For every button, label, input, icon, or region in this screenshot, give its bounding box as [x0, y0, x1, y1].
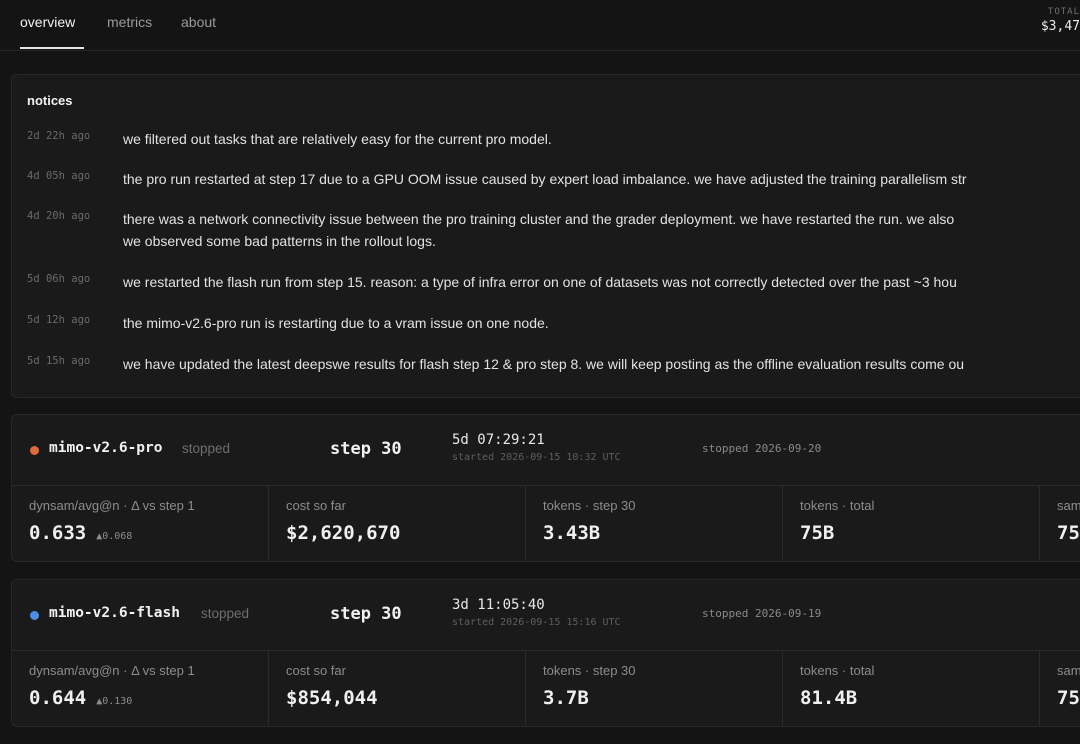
- run-card-flash[interactable]: mimo-v2.6-flash stopped step 30 3d 11:05…: [11, 579, 1080, 727]
- stat-label: sam: [1057, 663, 1080, 678]
- notice-text: the mimo-v2.6-pro run is restarting due …: [123, 315, 549, 331]
- total-label: TOTAL: [1047, 7, 1080, 17]
- run-step: step 30: [330, 439, 402, 459]
- stat-value: 0.633 ▲0.068: [29, 522, 132, 544]
- stat-delta: ▲0.130: [96, 696, 133, 707]
- stat-value: 3.43B: [543, 522, 601, 544]
- notice-text: we filtered out tasks that are relativel…: [123, 131, 552, 147]
- stat-delta: ▲0.068: [96, 531, 133, 542]
- total-summary: TOTAL $3,47: [1020, 7, 1080, 34]
- stat-value: 75: [1057, 687, 1080, 709]
- stat-value-text: 0.633: [29, 522, 87, 544]
- stat-dynsam: dynsam/avg@n · Δ vs step 1 0.644 ▲0.130: [12, 651, 269, 726]
- stat-tokens-step: tokens · step 30 3.43B: [526, 486, 783, 561]
- status-dot-icon: [30, 611, 39, 620]
- stat-label: dynsam/avg@n · Δ vs step 1: [29, 498, 195, 513]
- run-stats: dynsam/avg@n · Δ vs step 1 0.644 ▲0.130 c…: [12, 650, 1080, 726]
- stat-samples: sam 75: [1040, 651, 1080, 726]
- run-name: mimo-v2.6-pro: [49, 440, 163, 456]
- stat-value-text: 0.644: [29, 687, 87, 709]
- stat-label: sam: [1057, 498, 1080, 513]
- notices-panel: notices 2d 22h ago we filtered out tasks…: [11, 74, 1080, 398]
- stat-tokens-total: tokens · total 75B: [783, 486, 1040, 561]
- notice-text: we have updated the latest deepswe resul…: [123, 356, 965, 372]
- total-value: $3,47: [1040, 19, 1080, 34]
- notice-text-continued: we observed some bad patterns in the rol…: [123, 233, 436, 249]
- stat-cost: cost so far $2,620,670: [269, 486, 526, 561]
- stat-value: 0.644 ▲0.130: [29, 687, 132, 709]
- stat-tokens-step: tokens · step 30 3.7B: [526, 651, 783, 726]
- stat-value: 75B: [800, 522, 835, 544]
- stat-value: $854,044: [286, 687, 378, 709]
- run-card-pro[interactable]: mimo-v2.6-pro stopped step 30 5d 07:29:2…: [11, 414, 1080, 562]
- stat-cost: cost so far $854,044: [269, 651, 526, 726]
- stat-dynsam: dynsam/avg@n · Δ vs step 1 0.633 ▲0.068: [12, 486, 269, 561]
- tab-about[interactable]: about: [181, 14, 216, 30]
- stat-value: $2,620,670: [286, 522, 401, 544]
- stat-samples: sam 75: [1040, 486, 1080, 561]
- stat-label: tokens · step 30: [543, 663, 636, 678]
- stat-value: 75: [1057, 522, 1080, 544]
- stat-label: cost so far: [286, 663, 346, 678]
- status-dot-icon: [30, 446, 39, 455]
- active-tab-indicator: [20, 47, 84, 49]
- run-status: stopped: [201, 606, 250, 621]
- stat-label: cost so far: [286, 498, 346, 513]
- stat-label: tokens · total: [800, 498, 875, 513]
- tab-overview[interactable]: overview: [20, 14, 75, 30]
- notice-time: 4d 05h ago: [27, 170, 91, 182]
- notice-time: 4d 20h ago: [27, 210, 91, 222]
- run-name: mimo-v2.6-flash: [49, 605, 180, 621]
- notice-text: there was a network connectivity issue b…: [123, 211, 955, 227]
- top-nav: overview metrics about TOTAL $3,47: [0, 0, 1080, 51]
- notice-time: 5d 06h ago: [27, 273, 91, 285]
- tab-metrics[interactable]: metrics: [107, 14, 152, 30]
- stat-label: dynsam/avg@n · Δ vs step 1: [29, 663, 195, 678]
- run-stopped: stopped 2026-09-19: [702, 607, 822, 620]
- run-elapsed: 5d 07:29:21: [452, 432, 545, 448]
- notice-text: we restarted the flash run from step 15.…: [123, 274, 957, 290]
- run-started: started 2026-09-15 15:16 UTC: [452, 617, 621, 628]
- notices-title: notices: [27, 93, 73, 108]
- run-stats: dynsam/avg@n · Δ vs step 1 0.633 ▲0.068 c…: [12, 485, 1080, 561]
- run-started: started 2026-09-15 10:32 UTC: [452, 452, 621, 463]
- stat-tokens-total: tokens · total 81.4B: [783, 651, 1040, 726]
- run-status: stopped: [182, 441, 231, 456]
- stat-label: tokens · total: [800, 663, 875, 678]
- run-elapsed: 3d 11:05:40: [452, 597, 545, 613]
- notice-time: 5d 15h ago: [27, 355, 91, 367]
- notice-text: the pro run restarted at step 17 due to …: [123, 171, 967, 187]
- notice-time: 5d 12h ago: [27, 314, 91, 326]
- stat-value: 81.4B: [800, 687, 858, 709]
- stat-value: 3.7B: [543, 687, 589, 709]
- run-step: step 30: [330, 604, 402, 624]
- notice-time: 2d 22h ago: [27, 130, 91, 142]
- stat-label: tokens · step 30: [543, 498, 636, 513]
- run-stopped: stopped 2026-09-20: [702, 442, 822, 455]
